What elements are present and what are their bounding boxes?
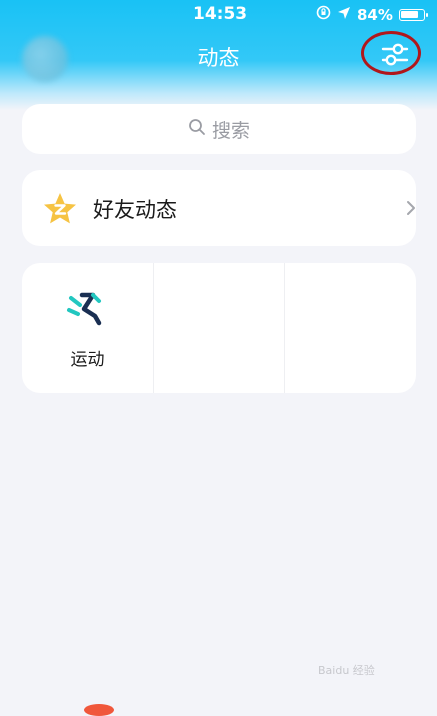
- friends-feed-row[interactable]: 好友动态: [22, 170, 416, 246]
- search-input[interactable]: 搜索: [22, 104, 416, 154]
- battery-percent: 84%: [357, 5, 393, 24]
- watermark: Baidu 经验: [318, 664, 375, 677]
- tab-bar-badge: [84, 704, 114, 716]
- search-icon: [188, 118, 206, 141]
- orientation-lock-icon: [316, 5, 331, 24]
- search-placeholder: 搜索: [211, 119, 250, 142]
- app-tile-empty: [153, 263, 284, 393]
- qzone-star-icon: [42, 191, 78, 227]
- apps-grid: 运动: [22, 263, 416, 393]
- status-indicators: 84%: [316, 5, 428, 24]
- app-tile-sport[interactable]: 运动: [22, 263, 153, 393]
- status-bar: 14:53 84%: [0, 0, 437, 30]
- sport-running-icon: [66, 291, 104, 327]
- status-time: 14:53: [193, 4, 248, 24]
- battery-icon: [398, 8, 428, 21]
- chevron-right-icon: [406, 200, 416, 220]
- app-tile-empty: [284, 263, 415, 393]
- battery-level: [400, 10, 418, 18]
- location-arrow-icon: [337, 6, 351, 24]
- app-tile-label: 运动: [70, 350, 105, 370]
- annotation-circle: [361, 31, 421, 75]
- friends-feed-label: 好友动态: [93, 198, 177, 222]
